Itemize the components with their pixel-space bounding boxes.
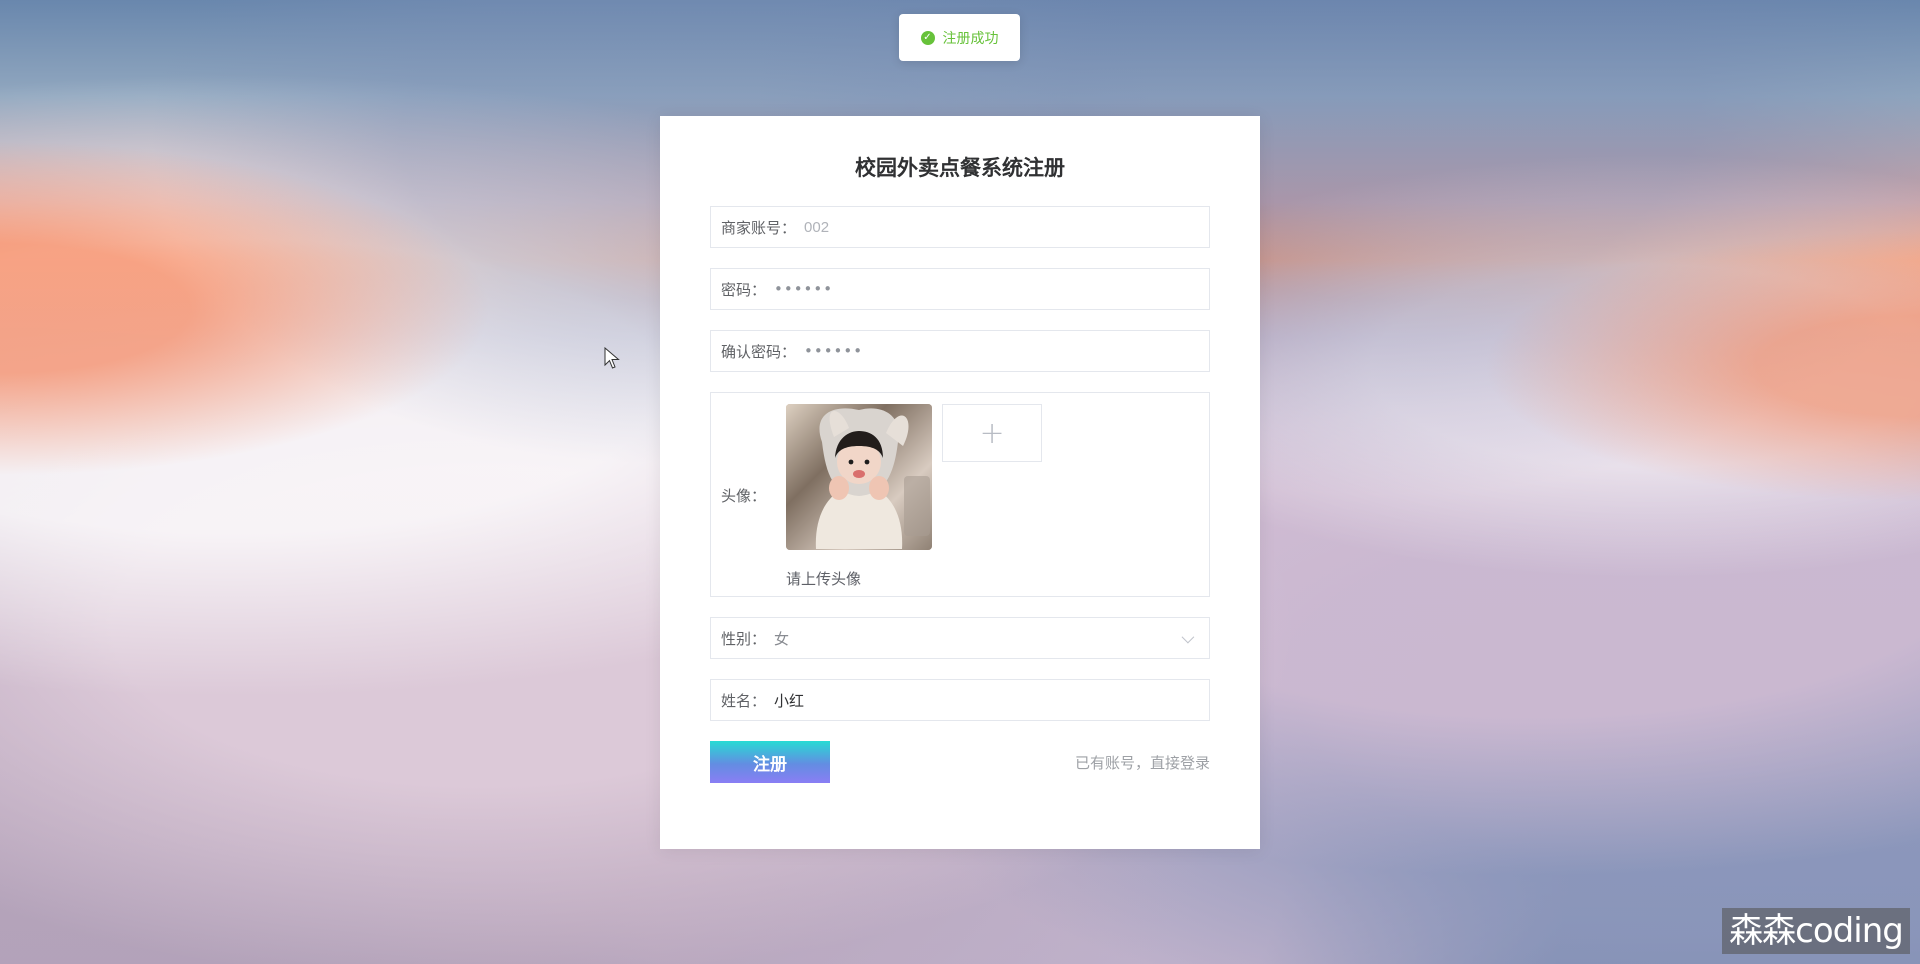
avatar-preview[interactable] bbox=[786, 404, 933, 550]
success-toast: ✓ 注册成功 bbox=[899, 14, 1020, 61]
avatar-content: + 请上传头像 bbox=[786, 404, 1043, 588]
avatar-photo bbox=[786, 404, 933, 550]
account-label: 商家账号： bbox=[721, 218, 797, 237]
gender-value: 女 bbox=[774, 629, 790, 648]
password-input[interactable]: •••••• bbox=[774, 269, 1199, 309]
name-input[interactable]: 小红 bbox=[774, 680, 1199, 720]
page-title: 校园外卖点餐系统注册 bbox=[855, 156, 1065, 180]
check-circle-icon: ✓ bbox=[920, 30, 935, 45]
avatar-label-wrap: 头像： bbox=[721, 404, 774, 586]
register-button[interactable]: 注册 bbox=[710, 741, 830, 783]
password-label: 密码： bbox=[721, 280, 767, 299]
plus-icon: + bbox=[979, 415, 1005, 451]
avatar-label: 头像： bbox=[721, 486, 767, 505]
confirm-password-input[interactable]: •••••• bbox=[804, 331, 1199, 371]
upload-row: + bbox=[786, 404, 1043, 550]
account-input[interactable] bbox=[804, 207, 1199, 247]
gender-main: 性别： 女 bbox=[721, 628, 1182, 649]
form-actions: 注册 已有账号，直接登录 bbox=[710, 741, 1210, 783]
gender-label: 性别： bbox=[721, 629, 767, 648]
toast-message: 注册成功 bbox=[942, 30, 999, 47]
login-link[interactable]: 已有账号，直接登录 bbox=[1075, 752, 1210, 773]
chevron-down-icon bbox=[1181, 630, 1195, 643]
upload-button[interactable]: + bbox=[942, 404, 1043, 462]
confirm-password-field[interactable]: 确认密码： •••••• bbox=[710, 330, 1210, 372]
register-card: 校园外卖点餐系统注册 商家账号： 密码： •••••• 确认密码： ••••••… bbox=[660, 116, 1260, 849]
account-field[interactable]: 商家账号： bbox=[710, 206, 1210, 248]
gender-select[interactable]: 性别： 女 bbox=[710, 617, 1210, 659]
name-field[interactable]: 姓名： 小红 bbox=[710, 679, 1210, 721]
password-field[interactable]: 密码： •••••• bbox=[710, 268, 1210, 310]
mouse-cursor-icon bbox=[604, 347, 620, 369]
confirm-password-label: 确认密码： bbox=[721, 342, 797, 361]
watermark: 森森coding bbox=[1722, 908, 1910, 954]
avatar-hint: 请上传头像 bbox=[786, 570, 862, 588]
register-form: 商家账号： 密码： •••••• 确认密码： •••••• 头像： bbox=[710, 206, 1210, 783]
name-label: 姓名： bbox=[721, 691, 767, 710]
avatar-field: 头像： + 请上传头像 bbox=[710, 392, 1210, 597]
